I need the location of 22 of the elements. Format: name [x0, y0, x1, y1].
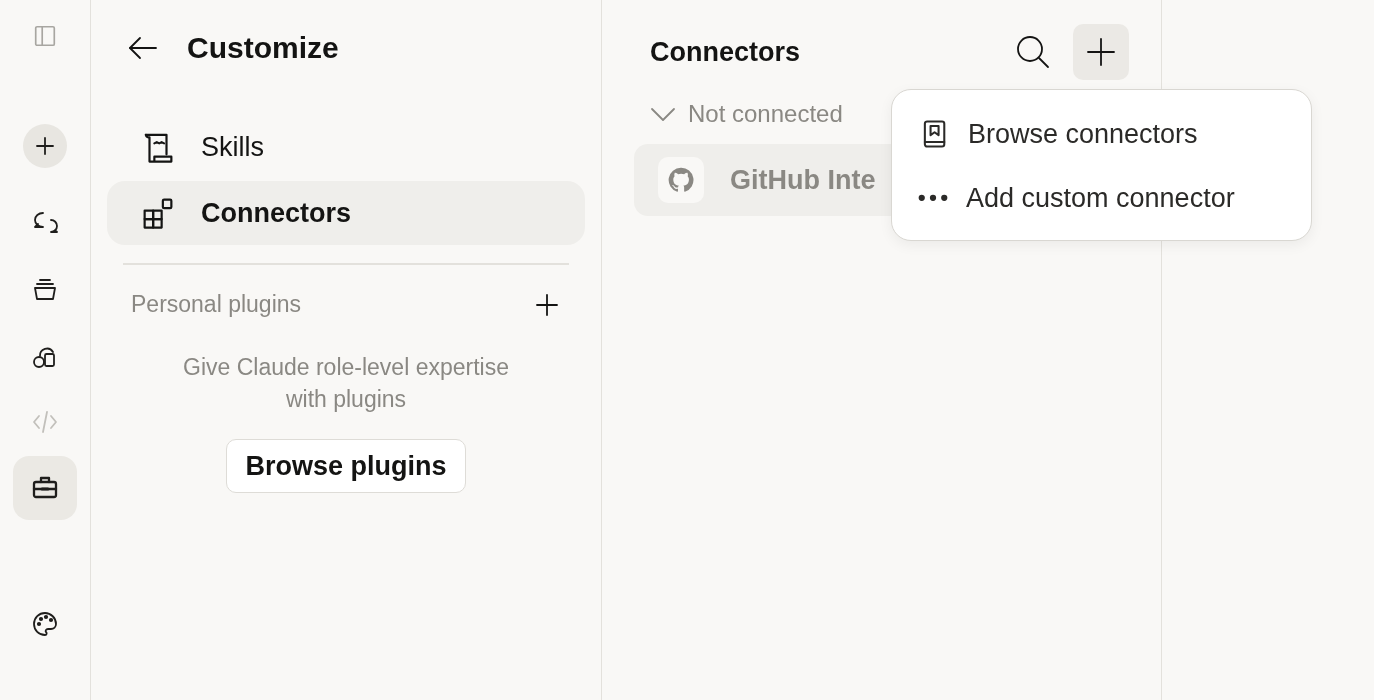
search-icon [1015, 34, 1051, 70]
add-plugin-button[interactable] [535, 292, 559, 317]
back-arrow-icon [127, 34, 159, 62]
blocks-icon [141, 196, 175, 230]
code-icon [31, 408, 59, 436]
palette-icon [31, 610, 59, 638]
sidebar-icon [32, 23, 58, 49]
back-button[interactable] [127, 34, 159, 62]
panel-title: Customize [187, 31, 339, 65]
rail-button[interactable] [23, 124, 67, 168]
add-button[interactable] [1073, 24, 1129, 80]
nav-item[interactable]: Connectors [107, 181, 585, 245]
nav-item[interactable]: Skills [107, 115, 585, 179]
panel-title: Connectors [650, 36, 801, 68]
plus-icon [535, 292, 559, 317]
github-icon [658, 157, 704, 203]
section-label: Personal plugins [131, 291, 302, 318]
rail-button[interactable] [13, 456, 77, 520]
empty-state-text: Give Claude role-level expertise with plugins [182, 353, 510, 414]
browse-plugins-button[interactable]: Browse plugins [226, 439, 466, 493]
dots-icon [918, 194, 948, 202]
plus-icon [1086, 37, 1116, 67]
